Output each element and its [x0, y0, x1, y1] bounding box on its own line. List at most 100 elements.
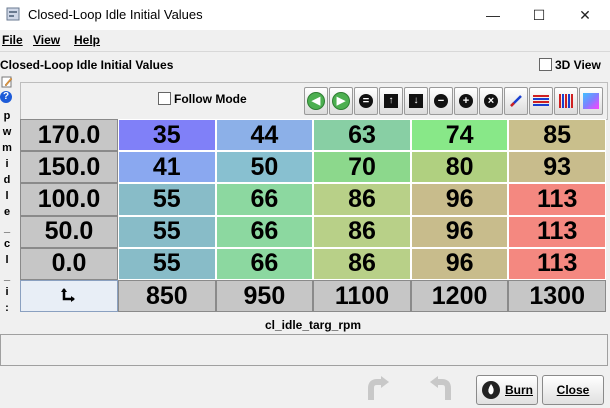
axis-swap-icon: [61, 288, 75, 303]
vertical-bars-button[interactable]: [554, 87, 578, 115]
x-axis-value[interactable]: 950: [215, 280, 314, 313]
close-label: Close: [556, 383, 590, 397]
increase-button[interactable]: ↑: [379, 87, 403, 115]
table-cell[interactable]: 85: [508, 119, 606, 152]
status-box: [0, 334, 608, 366]
x-axis-value[interactable]: 1200: [410, 280, 509, 313]
table-cell[interactable]: 70: [313, 151, 411, 184]
y-axis-name-char: l: [5, 254, 9, 266]
redo-icon[interactable]: [427, 374, 457, 404]
axis-swap-corner[interactable]: [20, 280, 118, 313]
burn-icon: [482, 381, 500, 399]
color-gradient-button[interactable]: [579, 87, 603, 115]
arrow-left-button[interactable]: ◀: [304, 87, 328, 115]
menu-bar: File View Help: [0, 31, 610, 51]
plus-icon: +: [459, 94, 473, 108]
menu-view[interactable]: View: [33, 33, 60, 47]
table-cell[interactable]: 50: [215, 151, 314, 184]
table-cell[interactable]: 113: [508, 183, 606, 216]
y-axis-value[interactable]: 170.0: [20, 119, 118, 152]
view-3d-checkbox[interactable]: [539, 58, 552, 71]
minus-icon: −: [434, 94, 448, 108]
table-grid: 170.0 35 44 63 74 85 150.0 41 50 70 80 93 100.0 55 66 8…: [20, 119, 606, 313]
x-axis-value[interactable]: 850: [118, 280, 216, 313]
y-axis-value[interactable]: 100.0: [20, 183, 118, 216]
minimize-button[interactable]: —: [470, 0, 516, 30]
table-cell[interactable]: 41: [118, 151, 216, 184]
arrow-right-icon: ▶: [332, 92, 350, 110]
subtract-button[interactable]: −: [429, 87, 453, 115]
pencil-icon[interactable]: [1, 76, 13, 88]
maximize-button[interactable]: ☐: [516, 0, 562, 30]
table-toolbar: Follow Mode ◀ ▶ = ↑ ↓ − + ×: [20, 82, 608, 120]
y-axis-name-char: _: [3, 222, 11, 234]
y-axis-value[interactable]: 0.0: [20, 247, 118, 280]
y-axis-name-column: ? p w m i d l e _ c l _ i:: [0, 76, 14, 316]
y-axis-name-char: i: [5, 286, 9, 298]
table-cell[interactable]: 86: [313, 215, 411, 248]
table-cell[interactable]: 96: [410, 247, 509, 280]
vertical-bars-icon: [559, 94, 573, 108]
color-gradient-icon: [583, 93, 599, 109]
y-axis-name-char: p: [3, 110, 11, 122]
table-cell[interactable]: 80: [410, 151, 509, 184]
menu-help[interactable]: Help: [74, 33, 100, 47]
close-button[interactable]: Close: [542, 375, 604, 405]
follow-mode-toggle[interactable]: Follow Mode: [158, 92, 247, 106]
set-value-button[interactable]: =: [354, 87, 378, 115]
panel-title: Closed-Loop Idle Initial Values: [0, 58, 174, 72]
app-icon: [6, 7, 20, 21]
title-bar: Closed-Loop Idle Initial Values — ☐ ✕: [0, 0, 610, 30]
table-cell[interactable]: 113: [508, 215, 606, 248]
window-title: Closed-Loop Idle Initial Values: [28, 7, 203, 22]
table-cell[interactable]: 96: [410, 215, 509, 248]
view-3d-toggle[interactable]: 3D View: [539, 58, 601, 72]
equals-icon: =: [359, 94, 373, 108]
follow-mode-checkbox[interactable]: [158, 92, 171, 105]
x-axis-name: cl_idle_targ_rpm: [264, 318, 362, 332]
arrow-left-icon: ◀: [307, 92, 325, 110]
y-axis-name-char: l: [5, 190, 9, 202]
horizontal-bars-button[interactable]: [529, 87, 553, 115]
table-cell[interactable]: 113: [508, 247, 606, 280]
y-axis-name-char: w: [2, 126, 12, 138]
multiply-icon: ×: [484, 94, 498, 108]
table-cell[interactable]: 66: [215, 247, 314, 280]
arrow-right-button[interactable]: ▶: [329, 87, 353, 115]
table-cell[interactable]: 66: [215, 183, 314, 216]
table-cell[interactable]: 96: [410, 183, 509, 216]
interpolate-icon: [510, 95, 522, 107]
horizontal-bars-icon: [533, 95, 549, 106]
table-cell[interactable]: 44: [215, 119, 314, 152]
table-cell[interactable]: 74: [410, 119, 509, 152]
add-button[interactable]: +: [454, 87, 478, 115]
table-cell[interactable]: 86: [313, 247, 411, 280]
follow-mode-label: Follow Mode: [174, 92, 247, 106]
table-cell[interactable]: 55: [118, 183, 216, 216]
y-axis-name-char: e: [3, 206, 11, 218]
burn-button[interactable]: Burn: [476, 375, 538, 405]
table-cell[interactable]: 63: [313, 119, 411, 152]
x-axis-value[interactable]: 1100: [313, 280, 411, 313]
table-cell[interactable]: 55: [118, 215, 216, 248]
help-icon[interactable]: ?: [0, 91, 12, 103]
table-cell[interactable]: 35: [118, 119, 216, 152]
x-axis-value[interactable]: 1300: [508, 280, 606, 313]
y-axis-value[interactable]: 150.0: [20, 151, 118, 184]
y-axis-name-char: d: [3, 174, 11, 186]
decrease-button[interactable]: ↓: [404, 87, 428, 115]
view-3d-label: 3D View: [555, 58, 601, 72]
undo-icon[interactable]: [362, 374, 392, 404]
up-arrow-icon: ↑: [384, 94, 398, 108]
interpolate-button[interactable]: [504, 87, 528, 115]
table-cell[interactable]: 66: [215, 215, 314, 248]
y-axis-value[interactable]: 50.0: [20, 215, 118, 248]
y-axis-name-char: c: [3, 238, 11, 250]
table-cell[interactable]: 93: [508, 151, 606, 184]
multiply-button[interactable]: ×: [479, 87, 503, 115]
table-cell[interactable]: 86: [313, 183, 411, 216]
close-window-button[interactable]: ✕: [562, 0, 608, 30]
y-axis-name-char: i: [5, 158, 9, 170]
menu-file[interactable]: File: [2, 33, 23, 47]
table-cell[interactable]: 55: [118, 247, 216, 280]
